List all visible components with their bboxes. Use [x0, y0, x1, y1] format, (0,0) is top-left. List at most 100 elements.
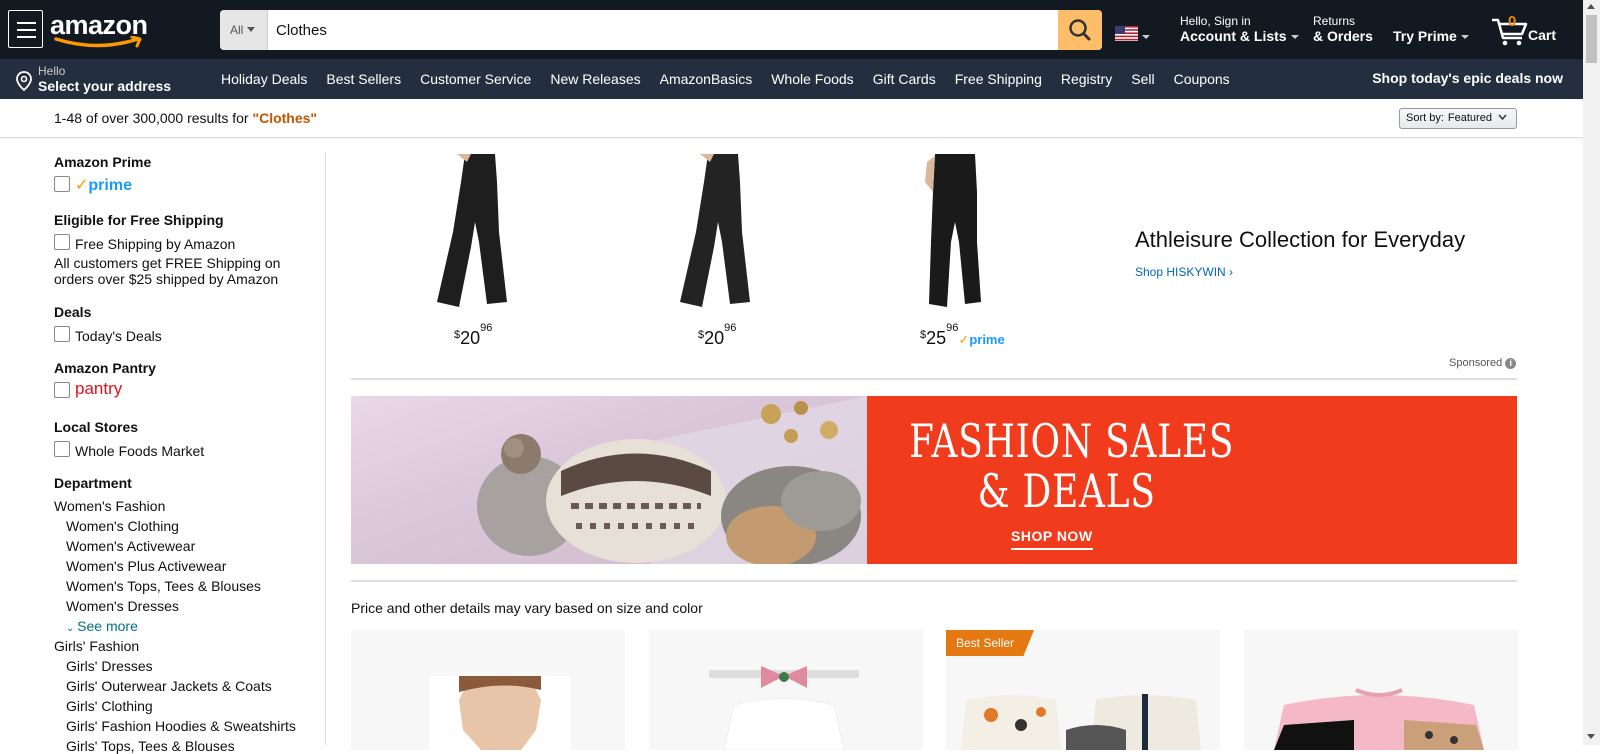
epic-deals-link[interactable]: Shop today's epic deals now: [1372, 70, 1563, 86]
returns-orders-link[interactable]: Returns & Orders: [1313, 14, 1373, 44]
search-input[interactable]: [268, 10, 1060, 50]
scroll-thumb[interactable]: [1586, 15, 1597, 63]
chevron-down-icon: ⌄: [66, 623, 78, 634]
fashion-deals-banner[interactable]: FASHION SALES & DEALS SHOP NOW: [351, 396, 1517, 564]
banner-title-line2: & DEALS: [977, 464, 1156, 518]
subnav-link-coupons[interactable]: Coupons: [1174, 71, 1230, 87]
search-category-label: All: [230, 23, 244, 37]
dept-item[interactable]: Women's Dresses: [66, 598, 179, 614]
dept-item[interactable]: Women's Activewear: [66, 538, 195, 554]
whole-foods-option[interactable]: Whole Foods Market: [75, 443, 204, 459]
subnav-link-registry[interactable]: Registry: [1061, 71, 1112, 87]
try-prime-link[interactable]: Try Prime: [1393, 28, 1469, 44]
sponsored-brand-link[interactable]: Shop HISKYWIN ›: [1135, 265, 1233, 279]
subnav-links: Holiday Deals Best Sellers Customer Serv…: [221, 71, 1249, 87]
chevron-down-icon: [1498, 114, 1507, 121]
account-lists-link[interactable]: Hello, Sign in Account & Lists: [1180, 14, 1299, 44]
price-fraction: 96: [480, 322, 493, 334]
account-greeting: Hello, Sign in: [1180, 14, 1251, 28]
subnav-link-best-sellers[interactable]: Best Sellers: [326, 71, 401, 87]
price-whole: 25: [926, 328, 947, 348]
product-image: [429, 676, 571, 750]
sort-dropdown[interactable]: Sort by: Featured: [1399, 108, 1517, 129]
product-image: [1274, 688, 1484, 750]
prime-check-icon: ✓: [75, 177, 89, 194]
scroll-down-arrow-icon[interactable]: [1587, 734, 1595, 739]
search-button[interactable]: [1058, 10, 1102, 50]
page-scrollbar[interactable]: [1583, 0, 1600, 745]
product-card[interactable]: [649, 630, 923, 750]
results-count: 1-48 of over 300,000 results for "Clothe…: [54, 110, 317, 126]
currency-symbol: $: [920, 329, 927, 341]
dept-item[interactable]: Women's Clothing: [66, 518, 179, 534]
sponsored-product-image[interactable]: [427, 152, 522, 312]
free-shipping-note: All customers get FREE Shipping on order…: [54, 255, 281, 287]
product-card[interactable]: [351, 630, 625, 750]
hamburger-menu-icon[interactable]: [8, 10, 43, 48]
dept-item[interactable]: Girls' Fashion: [54, 638, 139, 654]
dept-item[interactable]: Women's Fashion: [54, 498, 165, 514]
shop-now-button[interactable]: SHOP NOW: [1011, 528, 1093, 550]
cart-label[interactable]: Cart: [1528, 27, 1556, 43]
product-card[interactable]: Best Seller: [946, 630, 1220, 750]
sponsored-label[interactable]: Sponsored i: [1449, 357, 1517, 369]
sponsored-price: $2596✓prime: [920, 322, 1005, 349]
subnav-link-gift-cards[interactable]: Gift Cards: [873, 71, 936, 87]
select-address-link[interactable]: Hello Select your address: [16, 65, 171, 94]
amazon-logo[interactable]: amazon: [50, 8, 160, 50]
sub-nav: Hello Select your address Holiday Deals …: [0, 59, 1583, 99]
subnav-link-whole-foods[interactable]: Whole Foods: [771, 71, 853, 87]
dept-item[interactable]: Women's Plus Activewear: [66, 558, 226, 574]
search-category-dropdown[interactable]: All: [220, 10, 268, 50]
price-whole: 20: [460, 328, 481, 348]
prime-filter-logo[interactable]: ✓prime: [75, 175, 132, 195]
info-icon: i: [1505, 358, 1517, 369]
price-whole: 20: [704, 328, 725, 348]
todays-deals-option[interactable]: Today's Deals: [75, 328, 162, 344]
dept-item[interactable]: Girls' Tops, Tees & Blouses: [66, 738, 235, 754]
us-flag-icon[interactable]: [1115, 26, 1138, 41]
free-shipping-option[interactable]: Free Shipping by Amazon: [75, 236, 235, 252]
filter-heading-prime: Amazon Prime: [54, 154, 152, 170]
pantry-logo[interactable]: pantry: [75, 379, 122, 399]
sort-value: Featured: [1447, 112, 1492, 124]
dept-item[interactable]: Girls' Clothing: [66, 698, 153, 714]
sponsored-text: Sponsored: [1449, 357, 1503, 369]
sponsored-product-image[interactable]: [670, 152, 765, 312]
filter-heading-deals: Deals: [54, 304, 92, 320]
prime-badge: ✓prime: [958, 332, 1004, 347]
banner-promo: FASHION SALES & DEALS SHOP NOW: [867, 396, 1517, 564]
dept-item[interactable]: Girls' Dresses: [66, 658, 153, 674]
pantry-checkbox[interactable]: [54, 382, 70, 398]
scroll-up-arrow-icon[interactable]: [1587, 4, 1595, 9]
subnav-link-sell[interactable]: Sell: [1131, 71, 1154, 87]
todays-deals-checkbox[interactable]: [54, 326, 70, 342]
dept-item[interactable]: Women's Tops, Tees & Blouses: [66, 578, 261, 594]
sponsored-price: $2096: [454, 322, 492, 349]
sidebar-divider: [325, 152, 326, 745]
sponsored-headline[interactable]: Athleisure Collection for Everyday: [1135, 227, 1465, 253]
banner-title-line1: FASHION SALES: [909, 414, 1235, 468]
product-card[interactable]: [1244, 630, 1518, 750]
price-fraction: 96: [946, 322, 959, 334]
whole-foods-checkbox[interactable]: [54, 441, 70, 457]
results-bar: 1-48 of over 300,000 results for "Clothe…: [0, 99, 1583, 138]
subnav-link-amazonbasics[interactable]: AmazonBasics: [660, 71, 753, 87]
subnav-link-free-shipping[interactable]: Free Shipping: [955, 71, 1042, 87]
dept-item[interactable]: Girls' Outerwear Jackets & Coats: [66, 678, 272, 694]
logo-smile-icon: [54, 36, 142, 48]
free-shipping-checkbox[interactable]: [54, 234, 70, 250]
results-query: "Clothes": [252, 110, 318, 126]
prime-badge-label: prime: [969, 332, 1005, 347]
dept-item[interactable]: Girls' Fashion Hoodies & Sweatshirts: [66, 718, 296, 734]
banner-image: [351, 396, 867, 564]
subnav-link-holiday-deals[interactable]: Holiday Deals: [221, 71, 307, 87]
see-more-link[interactable]: ⌄ See more: [66, 618, 138, 634]
prime-checkbox[interactable]: [54, 176, 70, 192]
subnav-link-new-releases[interactable]: New Releases: [550, 71, 640, 87]
banner-title: FASHION SALES & DEALS: [909, 416, 1234, 516]
subnav-link-customer-service[interactable]: Customer Service: [420, 71, 531, 87]
knitwear-image: [477, 396, 867, 564]
see-more-label: See more: [77, 618, 138, 634]
sponsored-product-image[interactable]: [915, 152, 995, 312]
